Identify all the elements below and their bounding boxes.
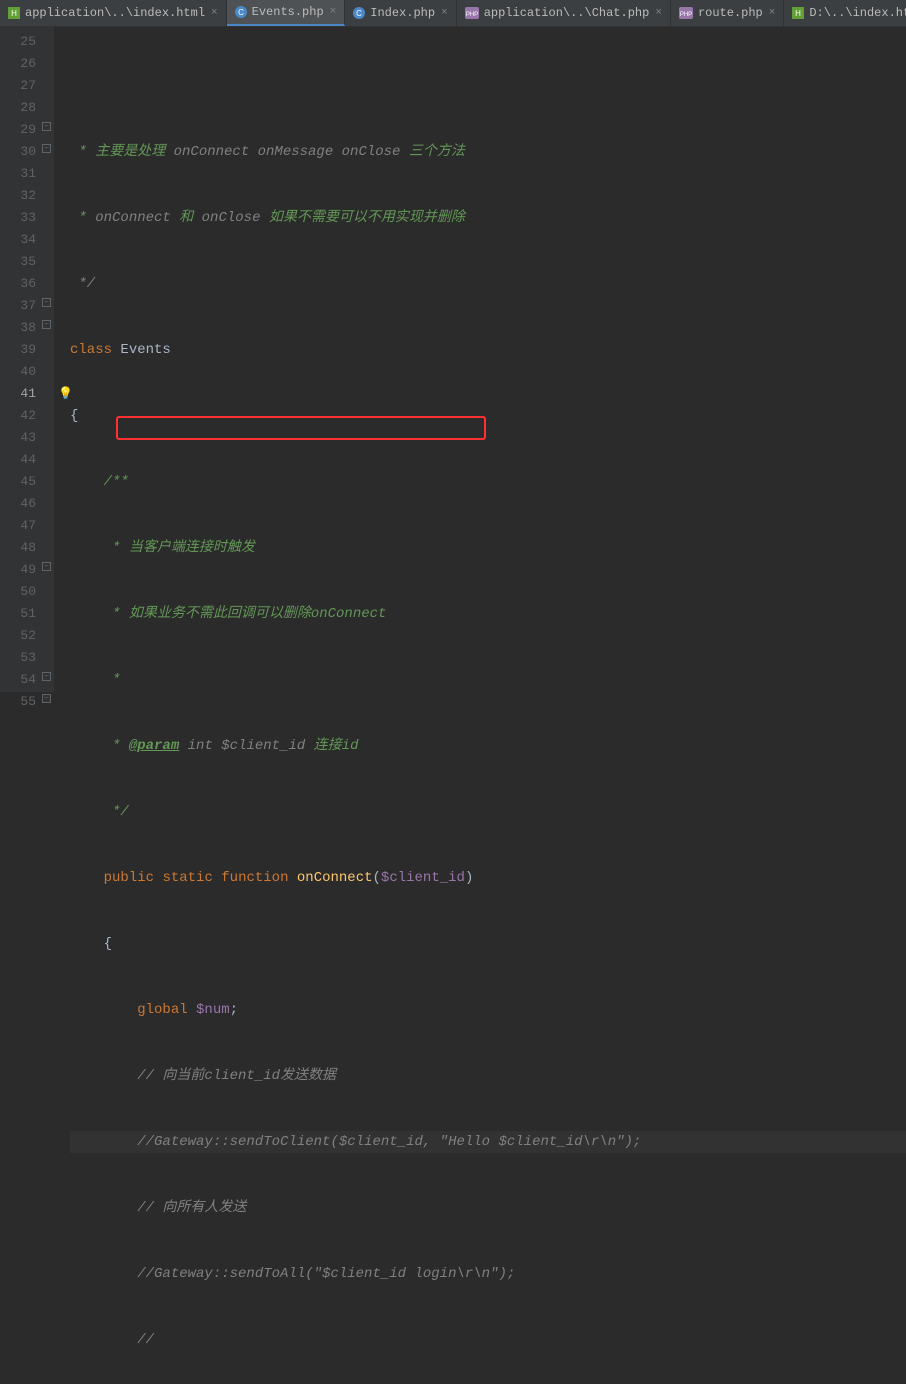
fold-icon[interactable]: − <box>42 122 51 131</box>
docblock: /** <box>104 474 129 490</box>
comment: */ <box>70 276 95 292</box>
tab-label: route.php <box>698 6 763 20</box>
tab-label: Events.php <box>252 5 324 19</box>
svg-text:PHP: PHP <box>466 12 478 18</box>
docblock: * 当客户端连接时触发 <box>104 540 255 556</box>
tab-route-php[interactable]: PHP route.php × <box>671 0 784 26</box>
close-icon[interactable]: × <box>769 7 776 19</box>
editor-tabs: H application\..\index.html × C Events.p… <box>0 0 906 27</box>
svg-text:H: H <box>11 9 17 18</box>
code-area[interactable]: * 主要是处理 onConnect onMessage onClose 三个方法… <box>54 27 906 692</box>
docblock: * @param int $client_id 连接id <box>104 738 359 754</box>
svg-text:PHP: PHP <box>680 12 692 18</box>
close-icon[interactable]: × <box>211 7 218 19</box>
keyword: class <box>70 342 120 358</box>
tab-label: application\..\index.html <box>25 6 205 20</box>
func-name: onConnect <box>297 870 373 886</box>
tab-label: Index.php <box>370 6 435 20</box>
svg-text:C: C <box>238 8 244 17</box>
tab-index-php[interactable]: C Index.php × <box>345 0 456 26</box>
php-class-icon: C <box>353 7 365 19</box>
keyword: function <box>221 870 288 886</box>
keyword: public <box>104 870 154 886</box>
class-name: Events <box>120 342 170 358</box>
keyword: static <box>162 870 212 886</box>
tab-events-php[interactable]: C Events.php × <box>227 0 346 26</box>
fold-icon[interactable]: − <box>42 298 51 307</box>
comment: //Gateway::sendToClient($client_id, "Hel… <box>137 1134 641 1150</box>
svg-text:C: C <box>356 9 362 18</box>
fold-icon[interactable]: − <box>42 320 51 329</box>
variable: $num <box>196 1002 230 1018</box>
gutter: 2526272829303132333435363738394041424344… <box>0 27 54 692</box>
tab-chat-php[interactable]: PHP application\..\Chat.php × <box>457 0 671 26</box>
comment: * 主要是处理 onConnect onMessage onClose 三个方法 <box>70 144 465 160</box>
close-icon[interactable]: × <box>441 7 448 19</box>
html-icon: H <box>8 7 20 19</box>
svg-text:H: H <box>795 9 801 18</box>
brace: { <box>104 936 112 952</box>
html-icon: H <box>792 7 804 19</box>
tab-label: application\..\Chat.php <box>484 6 650 20</box>
keyword: global <box>137 1002 196 1018</box>
comment: //Gateway::sendToAll("$client_id login\r… <box>137 1266 515 1282</box>
tab-index-html[interactable]: H application\..\index.html × <box>0 0 227 26</box>
tab-d-index-html[interactable]: H D:\..\index.html × <box>784 0 906 26</box>
close-icon[interactable]: × <box>655 7 662 19</box>
fold-icon[interactable]: − <box>42 694 51 703</box>
docblock: * 如果业务不需此回调可以删除onConnect <box>104 606 387 622</box>
fold-icon[interactable]: − <box>42 562 51 571</box>
code-editor[interactable]: 2526272829303132333435363738394041424344… <box>0 27 906 692</box>
close-icon[interactable]: × <box>330 6 337 18</box>
comment: // 向当前client_id发送数据 <box>137 1068 336 1084</box>
php-icon: PHP <box>679 7 693 19</box>
fold-column: − − − − − − − <box>40 27 54 692</box>
brace: { <box>70 408 78 424</box>
fold-icon[interactable]: − <box>42 144 51 153</box>
docblock: */ <box>104 804 129 820</box>
comment: // 向所有人发送 <box>137 1200 246 1216</box>
tab-label: D:\..\index.html <box>809 6 906 20</box>
variable: $client_id <box>381 870 465 886</box>
fold-icon[interactable]: − <box>42 672 51 681</box>
php-icon: PHP <box>465 7 479 19</box>
docblock: * <box>104 672 121 688</box>
comment: * onConnect 和 onClose 如果不需要可以不用实现并删除 <box>70 210 465 226</box>
php-class-icon: C <box>235 6 247 18</box>
comment: // <box>137 1332 154 1348</box>
